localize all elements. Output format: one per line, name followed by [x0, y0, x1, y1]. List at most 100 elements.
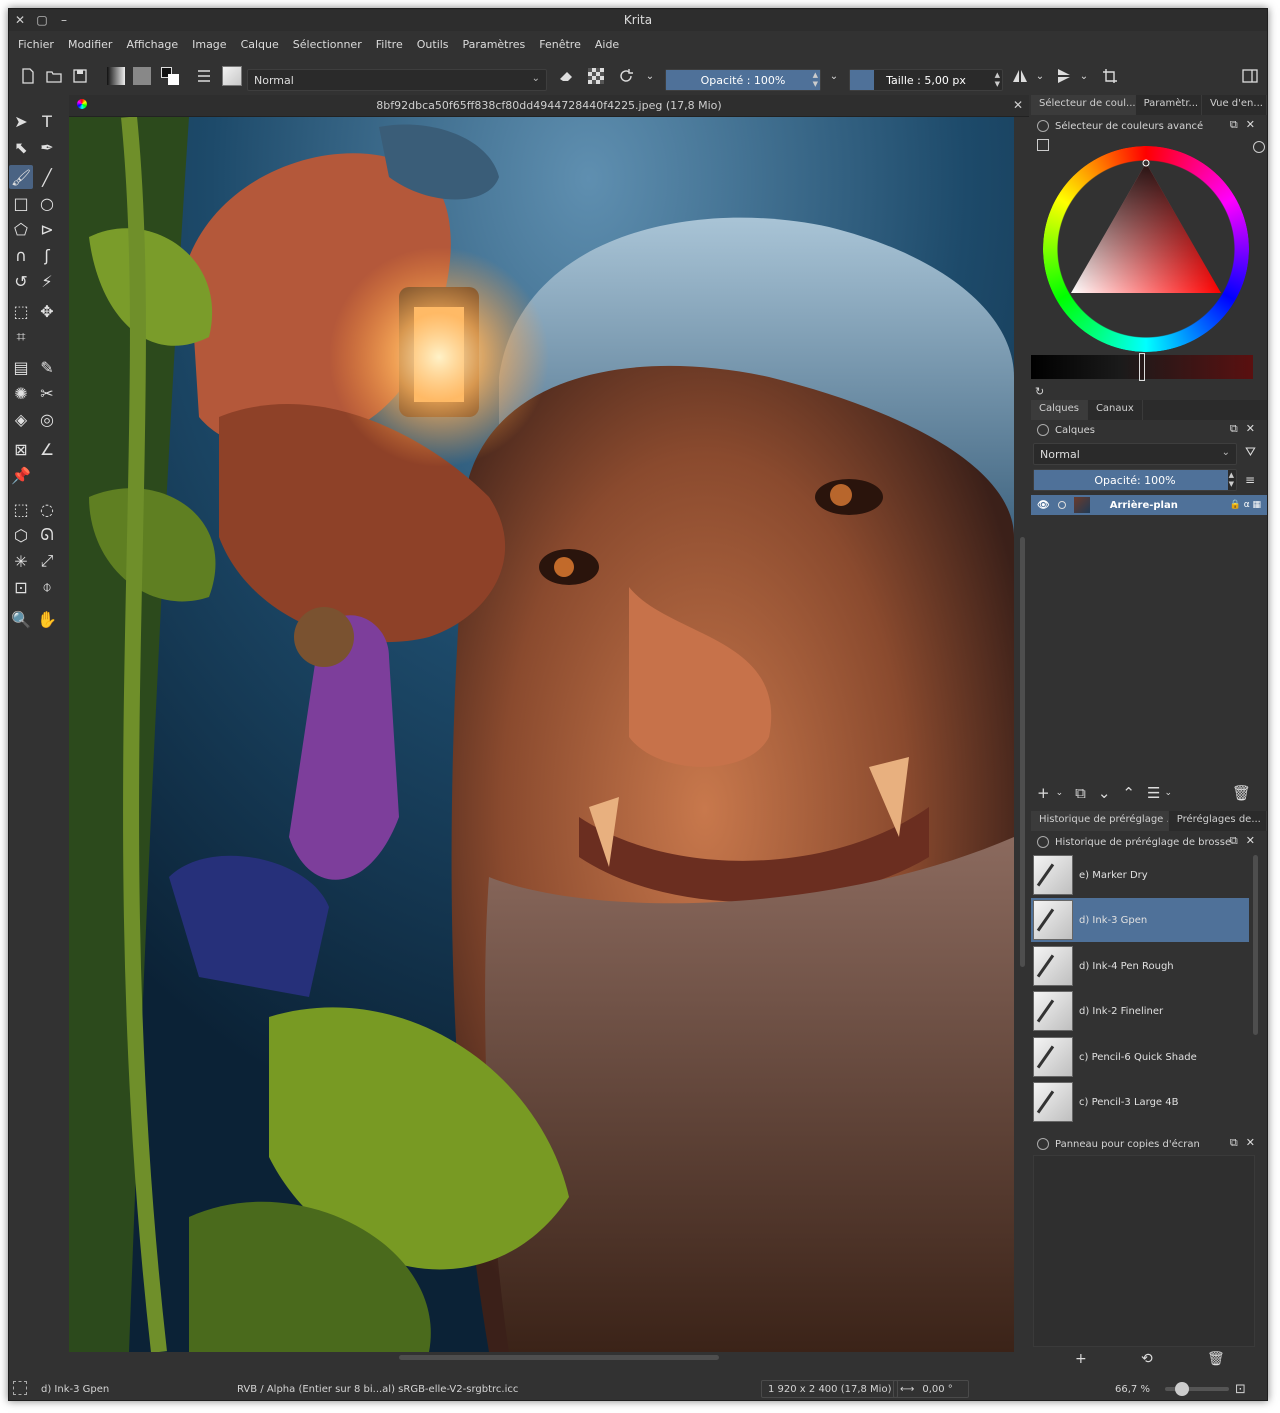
ellipse-select-icon[interactable]: ◌: [35, 497, 59, 521]
zoom-tool-icon[interactable]: 🔍: [9, 607, 33, 631]
lock-icon[interactable]: [1037, 120, 1049, 132]
canvas-horizontal-scrollbar[interactable]: [69, 1352, 1014, 1362]
rect-select-icon[interactable]: ⬚: [9, 497, 33, 521]
enclose-fill-icon[interactable]: ◎: [35, 407, 59, 431]
fit-screen-icon[interactable]: ⊡: [1235, 1380, 1246, 1398]
inherit-alpha-icon[interactable]: [1057, 501, 1066, 509]
preset-scrollbar[interactable]: [1253, 855, 1258, 1035]
spin-arrows-icon[interactable]: ▲ ▼: [1229, 471, 1234, 489]
chevron-down-icon[interactable]: ⌄: [1033, 61, 1047, 91]
restore-icon[interactable]: ⟲: [1141, 1351, 1153, 1367]
delete-icon[interactable]: 🗑: [1207, 1351, 1225, 1367]
freehand-brush-icon[interactable]: 🖌: [9, 165, 33, 189]
layer-properties-icon[interactable]: ☰: [1147, 784, 1160, 802]
gradient-tool-icon[interactable]: ▤: [9, 355, 33, 379]
list-item[interactable]: d) Ink-2 Fineliner: [1031, 989, 1249, 1033]
menu-modifier[interactable]: Modifier: [61, 38, 119, 51]
float-close-icons[interactable]: ⧉✕: [1230, 118, 1263, 132]
chevron-down-icon[interactable]: ⌄: [1164, 788, 1172, 798]
zoom-slider[interactable]: [1165, 1380, 1229, 1398]
bezier-select-icon[interactable]: ⊡: [9, 575, 33, 599]
crop-tool-icon[interactable]: ⌗: [9, 325, 33, 349]
magnetic-select-icon[interactable]: ⌽: [35, 575, 59, 599]
transform-tool-icon[interactable]: ⬚: [9, 299, 33, 323]
color-wheel[interactable]: [1039, 145, 1253, 355]
float-close-icons[interactable]: ⧉✕: [1230, 422, 1263, 436]
menu-fenetre[interactable]: Fenêtre: [532, 38, 588, 51]
minimize-icon[interactable]: –: [53, 9, 75, 31]
polygon-tool-icon[interactable]: ⬠: [9, 217, 33, 241]
list-item[interactable]: e) Marker Dry: [1031, 853, 1249, 897]
list-item[interactable]: c) Pencil-6 Quick Shade: [1031, 1035, 1249, 1079]
maximize-icon[interactable]: ▢: [31, 9, 53, 31]
chevron-down-icon[interactable]: ⌄: [827, 61, 841, 91]
list-item[interactable]: d) Ink-4 Pen Rough: [1031, 944, 1249, 988]
duplicate-layer-icon[interactable]: ⧉: [1075, 784, 1086, 802]
lock-icon[interactable]: [1037, 424, 1049, 436]
menu-outils[interactable]: Outils: [410, 38, 456, 51]
multibrush-icon[interactable]: ⚡: [35, 269, 59, 293]
select-shape-icon[interactable]: ➤: [9, 109, 33, 133]
assistant-tool-icon[interactable]: ⊠: [9, 437, 33, 461]
tab-settings[interactable]: Paramètr...: [1136, 95, 1202, 115]
menu-filtre[interactable]: Filtre: [369, 38, 410, 51]
new-document-icon[interactable]: [17, 61, 39, 91]
chevron-down-icon[interactable]: ⌄: [1056, 788, 1064, 798]
mirror-vertical-icon[interactable]: [1053, 61, 1075, 91]
mirror-horizontal-icon[interactable]: [1009, 61, 1031, 91]
line-tool-icon[interactable]: ╱: [35, 165, 59, 189]
menu-image[interactable]: Image: [185, 38, 233, 51]
document-tab[interactable]: 8bf92dbca50f65ff838cf80dd4944728440f4225…: [69, 95, 1029, 117]
snapshot-list[interactable]: [1033, 1155, 1255, 1347]
layer-opacity-slider[interactable]: Opacité: 100% ▲ ▼: [1033, 469, 1237, 491]
rectangle-tool-icon[interactable]: □: [9, 191, 33, 215]
reference-pin-icon[interactable]: 📌: [9, 463, 33, 487]
menu-icon[interactable]: ≡: [1245, 473, 1255, 487]
move-tool-icon[interactable]: ✥: [35, 299, 59, 323]
move-up-icon[interactable]: ⌃: [1122, 784, 1135, 802]
tab-presets[interactable]: Préréglages de...: [1169, 811, 1267, 831]
clear-icon[interactable]: [1253, 141, 1265, 153]
list-item[interactable]: c) Pencil-3 Large 4B: [1031, 1080, 1249, 1124]
move-down-icon[interactable]: ⌄: [1098, 784, 1111, 802]
chevron-down-icon[interactable]: ⌄: [643, 61, 657, 91]
canvas[interactable]: [69, 117, 1014, 1352]
color-cursor[interactable]: [1139, 353, 1145, 381]
blend-mode-select[interactable]: Normal ⌄: [247, 69, 547, 91]
freehand-select-icon[interactable]: ᘏ: [35, 523, 59, 547]
status-rotation[interactable]: ⟷ 0,00 °: [893, 1380, 969, 1398]
tab-overview[interactable]: Vue d'en...: [1202, 95, 1267, 115]
calligraphy-icon[interactable]: ✒: [35, 135, 59, 159]
float-close-icons[interactable]: ⧉✕: [1230, 1136, 1263, 1150]
menu-calque[interactable]: Calque: [234, 38, 286, 51]
canvas-vertical-scrollbar[interactable]: [1017, 117, 1027, 1352]
similar-select-icon[interactable]: ⤢: [35, 549, 59, 573]
layer-blend-select[interactable]: Normal ⌄: [1033, 443, 1237, 465]
contiguous-select-icon[interactable]: ✳: [9, 549, 33, 573]
open-icon[interactable]: [43, 61, 65, 91]
alpha-lock-icon[interactable]: [585, 61, 607, 91]
text-tool-icon[interactable]: T: [35, 109, 59, 133]
wrap-icon[interactable]: [1099, 61, 1121, 91]
freehand-path-icon[interactable]: ʃ: [35, 243, 59, 267]
lock-icon[interactable]: [1037, 1138, 1049, 1150]
eye-icon[interactable]: 👁: [1037, 500, 1050, 511]
menu-selectionner[interactable]: Sélectionner: [286, 38, 369, 51]
ellipse-tool-icon[interactable]: ○: [35, 191, 59, 215]
scroll-thumb[interactable]: [1020, 537, 1025, 967]
chevron-down-icon[interactable]: ⌄: [1077, 61, 1091, 91]
menu-fichier[interactable]: Fichier: [11, 38, 61, 51]
tab-channels[interactable]: Canaux: [1088, 400, 1143, 420]
gradient-swatch-icon[interactable]: [105, 61, 127, 91]
layout-icon[interactable]: [1239, 61, 1261, 91]
pattern-swatch-icon[interactable]: [131, 61, 153, 91]
polyline-tool-icon[interactable]: ⊳: [35, 217, 59, 241]
menu-affichage[interactable]: Affichage: [119, 38, 185, 51]
close-icon[interactable]: ✕: [1013, 98, 1023, 112]
selection-icon[interactable]: [13, 1381, 27, 1395]
pan-tool-icon[interactable]: ✋: [35, 607, 59, 631]
float-close-icons[interactable]: ⧉✕: [1230, 834, 1263, 848]
save-icon[interactable]: [69, 61, 91, 91]
refresh-icon[interactable]: ↻: [1035, 385, 1044, 398]
list-item[interactable]: d) Ink-3 Gpen: [1031, 898, 1249, 942]
